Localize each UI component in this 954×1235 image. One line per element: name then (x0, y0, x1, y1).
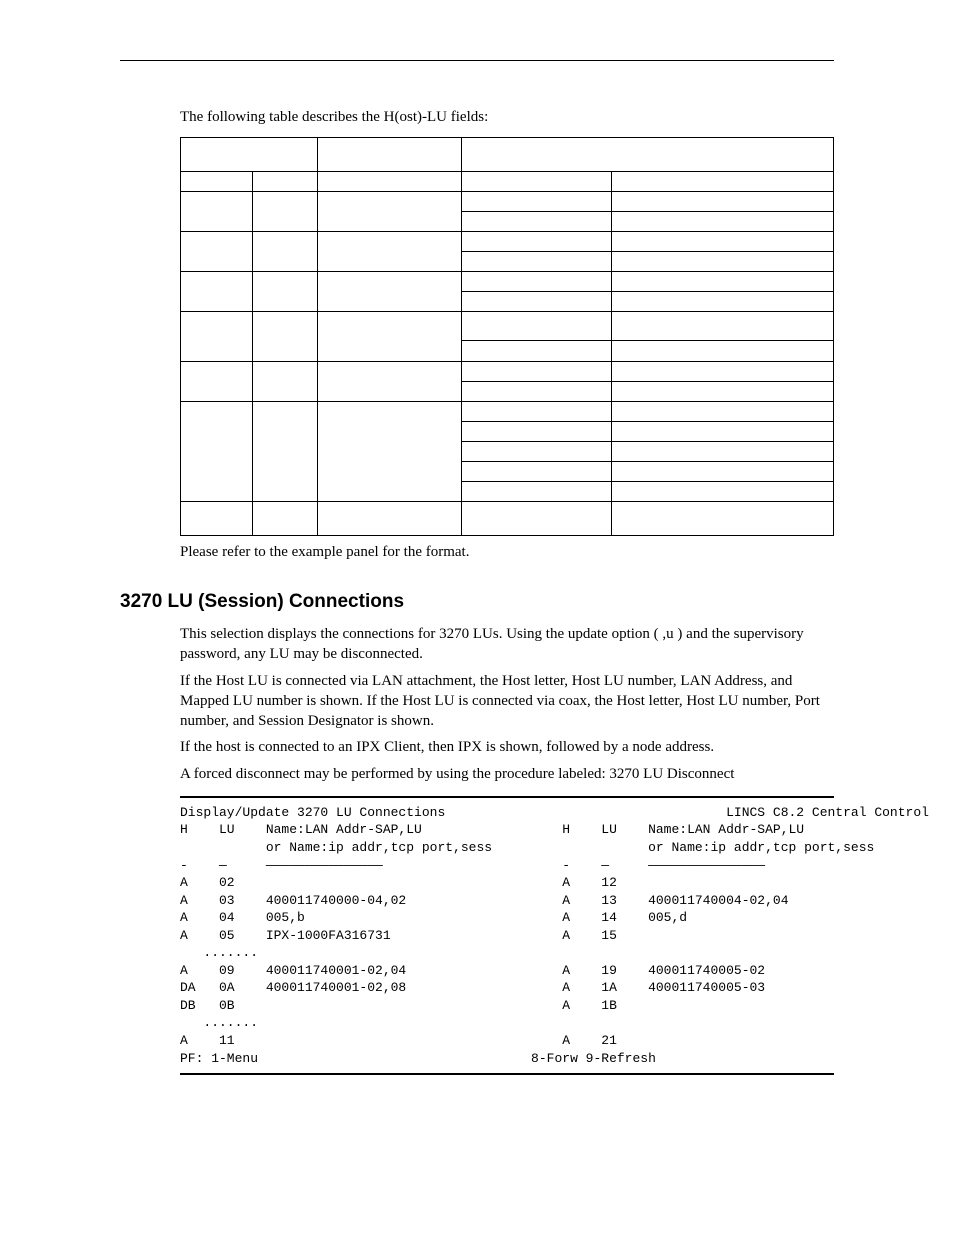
paragraph-3: If the host is connected to an IPX Clien… (180, 737, 834, 757)
terminal-panel: Display/Update 3270 LU Connections LINCS… (180, 796, 834, 1075)
after-table-text: Please refer to the example panel for th… (180, 542, 834, 562)
content-column: The following table describes the H(ost)… (180, 107, 834, 1075)
intro-text: The following table describes the H(ost)… (180, 107, 834, 127)
paragraph-2: If the Host LU is connected via LAN atta… (180, 671, 834, 732)
paragraph-4: A forced disconnect may be performed by … (180, 764, 834, 784)
top-rule (120, 60, 834, 61)
page: The following table describes the H(ost)… (0, 0, 954, 1235)
paragraph-1: This selection displays the connections … (180, 624, 834, 665)
section-heading: 3270 LU (Session) Connections (120, 589, 834, 615)
fields-table (180, 137, 834, 536)
